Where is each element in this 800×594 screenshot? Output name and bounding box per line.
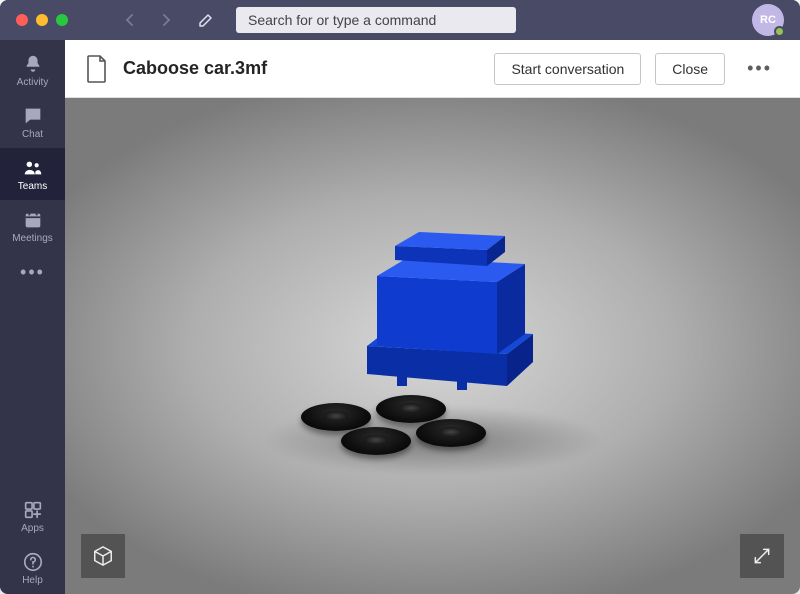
window-close-button[interactable]: [16, 14, 28, 26]
button-label: Start conversation: [511, 61, 624, 77]
rail-item-activity[interactable]: Activity: [0, 44, 65, 96]
rail-label: Teams: [18, 181, 47, 192]
rail-label: Activity: [17, 77, 49, 88]
rail-label: Meetings: [12, 233, 53, 244]
document-title: Caboose car.3mf: [123, 58, 267, 79]
rail-more-button[interactable]: •••: [0, 252, 65, 292]
chevron-right-icon: [160, 14, 172, 26]
rail-label: Chat: [22, 129, 43, 140]
caboose-model: [337, 216, 557, 396]
ellipsis-icon: •••: [20, 262, 45, 283]
close-button[interactable]: Close: [655, 53, 725, 85]
nav-forward-button[interactable]: [152, 6, 180, 34]
bell-icon: [22, 53, 44, 75]
rail-label: Help: [22, 575, 43, 586]
rail-label: Apps: [21, 523, 44, 534]
expand-icon: [752, 546, 772, 566]
start-conversation-button[interactable]: Start conversation: [494, 53, 641, 85]
avatar-initials: RC: [760, 14, 776, 26]
fullscreen-button[interactable]: [740, 534, 784, 578]
window-controls: [16, 14, 68, 26]
content-area: Caboose car.3mf Start conversation Close…: [65, 40, 800, 594]
app-rail: Activity Chat Teams Meetings ••• Apps He…: [0, 40, 65, 594]
rail-item-apps[interactable]: Apps: [0, 490, 65, 542]
rail-item-help[interactable]: Help: [0, 542, 65, 594]
calendar-icon: [22, 209, 44, 231]
rail-item-meetings[interactable]: Meetings: [0, 200, 65, 252]
help-icon: [22, 551, 44, 573]
titlebar: Search for or type a command RC: [0, 0, 800, 40]
file-icon: [85, 54, 109, 84]
search-placeholder: Search for or type a command: [248, 12, 436, 28]
rail-item-teams[interactable]: Teams: [0, 148, 65, 200]
compose-icon: [198, 12, 214, 28]
search-input[interactable]: Search for or type a command: [236, 7, 516, 33]
apps-icon: [22, 499, 44, 521]
presence-available-icon: [774, 26, 785, 37]
app-window: Search for or type a command RC Activity…: [0, 0, 800, 594]
user-avatar[interactable]: RC: [752, 4, 784, 36]
rail-item-chat[interactable]: Chat: [0, 96, 65, 148]
compose-button[interactable]: [192, 6, 220, 34]
window-minimize-button[interactable]: [36, 14, 48, 26]
chat-icon: [22, 105, 44, 127]
ellipsis-icon: •••: [747, 58, 772, 78]
cube-3d-icon: [92, 545, 114, 567]
3d-mode-button[interactable]: [81, 534, 125, 578]
chevron-left-icon: [124, 14, 136, 26]
window-maximize-button[interactable]: [56, 14, 68, 26]
3d-viewer[interactable]: [65, 98, 800, 594]
more-options-button[interactable]: •••: [739, 58, 780, 79]
nav-back-button[interactable]: [116, 6, 144, 34]
button-label: Close: [672, 61, 708, 77]
document-header: Caboose car.3mf Start conversation Close…: [65, 40, 800, 98]
teams-icon: [22, 157, 44, 179]
